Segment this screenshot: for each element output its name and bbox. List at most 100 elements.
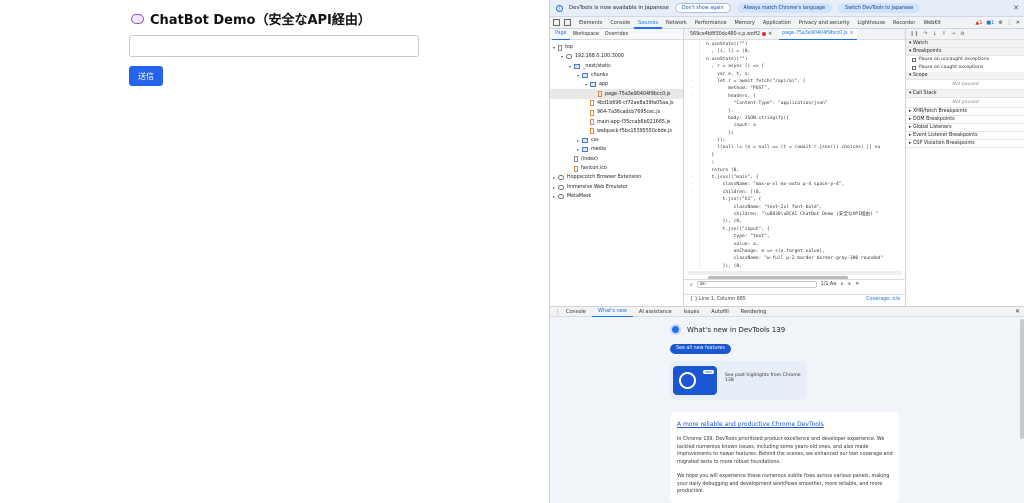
step-out-icon[interactable]: ↑	[942, 31, 946, 37]
horizontal-scrollbar[interactable]	[688, 271, 902, 280]
tree-item[interactable]: (index)	[550, 155, 683, 164]
step-into-icon[interactable]: ↓	[933, 31, 937, 37]
scope-section[interactable]: ▾ Scope	[906, 72, 1024, 80]
tree-item[interactable]: webpack-f5bc15395550cbde.js	[550, 127, 683, 136]
video-thumbnail[interactable]: new	[673, 366, 717, 395]
tab-network[interactable]: Network	[662, 17, 691, 29]
tree-item[interactable]: ▾ chunks	[550, 71, 683, 80]
inspect-element-icon[interactable]	[553, 19, 560, 26]
tree-item[interactable]: ▸ Immersive Web Emulator	[550, 182, 683, 191]
tab-privacy-and-security[interactable]: Privacy and security	[795, 17, 854, 29]
drawer-tab-autofill[interactable]: Autofill	[705, 307, 735, 317]
switch-language-button[interactable]: Switch DevTools to Japanese	[838, 3, 921, 13]
line-marker: -	[690, 78, 693, 84]
call-stack-section[interactable]: ▾ Call Stack	[906, 90, 1024, 98]
tree-item-label: 192.168.0.100:3000	[575, 54, 624, 60]
section-global-listeners[interactable]: ▸ Global Listeners	[906, 124, 1024, 132]
navigator-tab-overrides[interactable]: Overrides	[602, 29, 631, 40]
tree-item[interactable]: ▾ _next/static	[550, 62, 683, 71]
tab-memory[interactable]: Memory	[731, 17, 759, 29]
watch-section[interactable]: ▾ Watch	[906, 40, 1024, 48]
tree-item[interactable]: 4bd1b696-cf72ae8a39fa05aa.js	[550, 99, 683, 108]
tree-item[interactable]: ▸ media	[550, 145, 683, 154]
close-search-icon[interactable]: ✕	[855, 282, 859, 287]
section-xhr-fetch-breakpoints[interactable]: ▸ XHR/fetch Breakpoints	[906, 108, 1024, 116]
close-icon[interactable]: ✕	[1013, 4, 1019, 12]
tree-item[interactable]: ▾ app	[550, 80, 683, 89]
code-line: }), (0,	[706, 219, 742, 225]
step-icon[interactable]: →	[951, 31, 955, 37]
section-event-listener-breakpoints[interactable]: ▸ Event Listener Breakpoints	[906, 132, 1024, 140]
breakpoints-section[interactable]: ▾ Breakpoints	[906, 48, 1024, 56]
tab-webkit[interactable]: WebKit	[919, 17, 945, 29]
tab-performance[interactable]: Performance	[691, 17, 731, 29]
tree-item[interactable]: ▾ top	[550, 43, 683, 52]
drawer-tab-what-s-new[interactable]: What's new	[591, 306, 633, 317]
article-title-link[interactable]: A more reliable and productive Chrome De…	[677, 421, 824, 428]
code-line: }), (0,	[706, 263, 742, 269]
tree-item-label: webpack-f5bc15395550cbde.js	[597, 128, 672, 134]
pause-icon[interactable]: ❙❙	[910, 31, 918, 37]
article-paragraph-1: In Chrome 139, DevTools prioritized prod…	[677, 437, 893, 466]
more-options-icon[interactable]: ⋮	[1007, 20, 1012, 26]
code-area[interactable]: -------------------------------- n.useSt…	[684, 41, 906, 269]
down-arrow-icon[interactable]: ∨	[848, 282, 852, 287]
up-arrow-icon[interactable]: ∧	[840, 282, 844, 287]
line-marker: -	[690, 182, 693, 188]
drawer-tab-ai-assistance[interactable]: AI assistance	[633, 307, 678, 317]
tab-recorder[interactable]: Recorder	[889, 17, 919, 29]
close-tab-icon[interactable]: ×	[850, 29, 854, 39]
search-flags[interactable]: 1/1 Aa	[821, 282, 836, 287]
navigator-tab-page[interactable]: Page	[552, 28, 570, 40]
navigator-tab-workspace[interactable]: Workspace	[570, 29, 602, 40]
vertical-scrollbar[interactable]	[1020, 319, 1024, 439]
tree-item[interactable]: ▸ MetaMask	[550, 192, 683, 201]
issues-count-badge[interactable]: ■1	[986, 20, 994, 26]
braces-icon[interactable]: { }	[690, 297, 698, 302]
tree-item-label: app	[599, 82, 609, 88]
close-devtools-icon[interactable]: ✕	[1016, 20, 1020, 26]
tree-item[interactable]: favicon.ico	[550, 164, 683, 173]
device-toolbar-icon[interactable]	[564, 19, 571, 26]
tab-lighthouse[interactable]: Lighthouse	[853, 17, 889, 29]
tab-elements[interactable]: Elements	[575, 17, 606, 29]
highlights-card[interactable]: new See past highlights from Chrome 138	[670, 361, 807, 400]
editor-file-tab[interactable]: page-75a3e90404f9bcc0.js ×	[779, 28, 857, 40]
tree-item[interactable]: page-75a3e90404f9bcc0.js	[550, 89, 683, 99]
warning-count-badge[interactable]: ▲1	[975, 20, 982, 26]
code-line: method: "POST",	[706, 86, 770, 92]
editor-file-tab[interactable]: 569ce4b8f30dc480-s.p.woff2 ×	[687, 32, 775, 37]
editor-statusbar: { } Line 1, Column 685 Coverage: n/a	[684, 294, 906, 304]
step-over-icon[interactable]: ↷	[923, 31, 927, 37]
pause-caught-checkbox[interactable]: Pause on caught exceptions	[906, 64, 1024, 72]
chat-input[interactable]	[129, 35, 419, 57]
tab-console[interactable]: Console	[606, 17, 634, 29]
coverage-status[interactable]: Coverage: n/a	[866, 297, 900, 302]
tree-item[interactable]: ▸ Hoppscotch Browser Extension	[550, 173, 683, 182]
deactivate-breakpoints-icon[interactable]: ⊘	[960, 31, 964, 37]
close-drawer-icon[interactable]: ✕	[1015, 308, 1020, 315]
app-page: ChatBot Demo（安全なAPI経由） 送信	[0, 0, 549, 503]
tree-item[interactable]: 964-7a36cadcb7695cec.js	[550, 108, 683, 117]
tree-item[interactable]: main-app-f35ccab6b021665.js	[550, 117, 683, 126]
search-input[interactable]: ak-	[696, 281, 817, 288]
tab-sources[interactable]: Sources	[634, 17, 662, 29]
pause-uncaught-checkbox[interactable]: Pause on uncaught exceptions	[906, 56, 1024, 64]
tree-item[interactable]: ▾ 192.168.0.100:3000	[550, 52, 683, 61]
section-dom-breakpoints[interactable]: ▸ DOM Breakpoints	[906, 116, 1024, 124]
close-tab-icon[interactable]: ×	[768, 32, 772, 37]
tab-application[interactable]: Application	[759, 17, 795, 29]
drawer-tab-issues[interactable]: Issues	[678, 307, 706, 317]
cloud-icon	[558, 184, 564, 190]
tree-item[interactable]: ▸ css	[550, 136, 683, 145]
see-all-features-button[interactable]: See all new features	[670, 344, 731, 354]
send-button[interactable]: 送信	[129, 66, 163, 86]
file-navigator: Page Workspace Overrides ▾ top ▾ 192.168.0.10…	[550, 29, 684, 306]
section-csp-violation-breakpoints[interactable]: ▸ CSP Violation Breakpoints	[906, 140, 1024, 148]
drawer-tab-rendering[interactable]: Rendering	[735, 307, 773, 317]
drawer-tab-console[interactable]: Console	[560, 307, 592, 317]
page-title: ChatBot Demo（安全なAPI経由）	[131, 9, 371, 28]
always-match-language-button[interactable]: Always match Chrome's language	[736, 3, 833, 13]
dont-show-again-button[interactable]: Don't show again	[674, 3, 731, 13]
gear-icon[interactable]: ⚙	[998, 20, 1002, 26]
